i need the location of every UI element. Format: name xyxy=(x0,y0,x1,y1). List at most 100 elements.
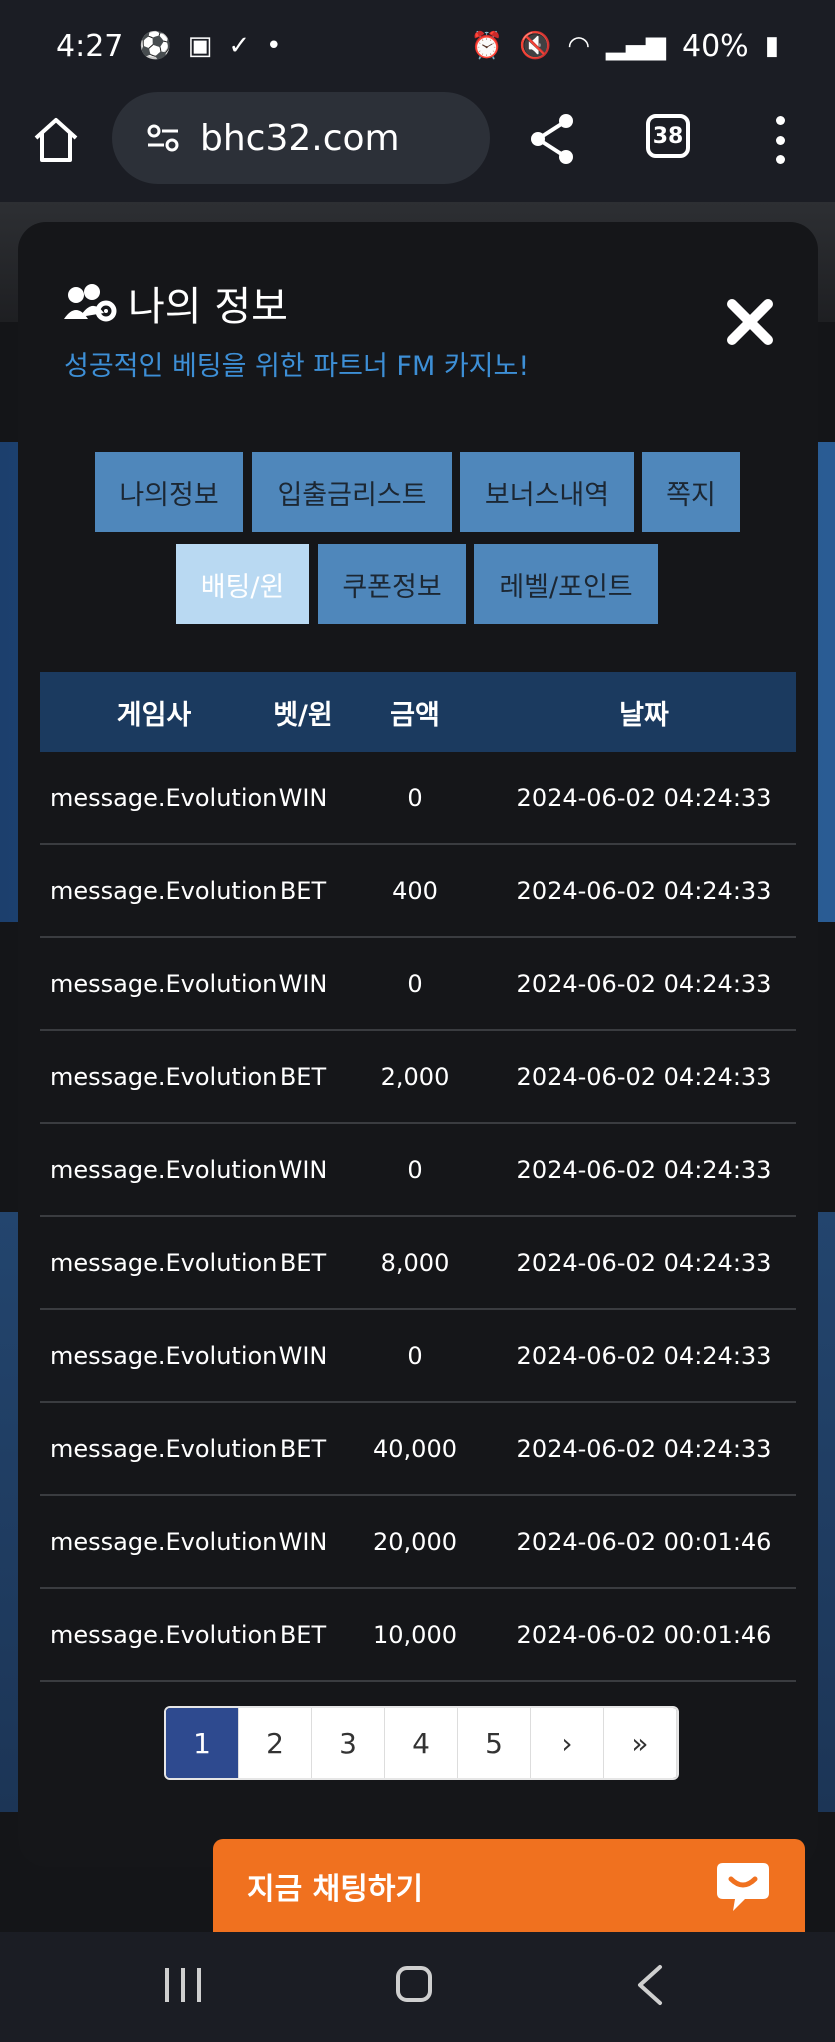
cell-date: 2024-06-02 04:24:33 xyxy=(516,1341,772,1370)
cell-provider: message.Evolution xyxy=(50,1248,278,1277)
cell-amount: 400 xyxy=(392,876,438,905)
tab-coupon-info[interactable]: 쿠폰정보 xyxy=(318,544,466,624)
battery-level: 40% xyxy=(682,28,749,64)
cell-bet-win: BET xyxy=(279,1620,327,1649)
tab-switcher-button[interactable]: 38 xyxy=(646,114,690,158)
cell-amount: 2,000 xyxy=(380,1062,450,1091)
chat-label: 지금 채팅하기 xyxy=(247,1872,424,1907)
cell-amount: 0 xyxy=(407,1155,423,1184)
cell-date: 2024-06-02 04:24:33 xyxy=(516,969,772,998)
tab-my-info[interactable]: 나의정보 xyxy=(95,452,243,532)
cell-amount: 8,000 xyxy=(380,1248,450,1277)
cell-amount: 10,000 xyxy=(373,1620,457,1649)
page-button-4[interactable]: 4 xyxy=(385,1708,458,1778)
cell-date: 2024-06-02 00:01:46 xyxy=(516,1527,772,1556)
table-row: message.Evolution BET 400 2024-06-02 04:24:… xyxy=(40,845,796,938)
cell-provider: message.Evolution xyxy=(50,1341,278,1370)
cell-amount: 0 xyxy=(407,969,423,998)
cell-date: 2024-06-02 04:24:33 xyxy=(516,1434,772,1463)
next-page-button[interactable]: › xyxy=(531,1708,604,1778)
alarm-icon: ⏰ xyxy=(470,31,503,61)
browser-toolbar: bhc32.com 38 xyxy=(0,92,835,202)
cell-date: 2024-06-02 04:24:33 xyxy=(516,1248,772,1277)
my-info-modal: 나의 정보 성공적인 베팅을 위한 파트너 FM 카지노! 나의정보 입출금리스… xyxy=(18,222,818,1867)
tab-betting-win[interactable]: 배팅/윈 xyxy=(176,544,309,624)
tab-messages[interactable]: 쪽지 xyxy=(642,452,740,532)
header-bet-win: 벳/윈 xyxy=(273,699,333,731)
cell-bet-win: BET xyxy=(279,1248,327,1277)
cell-bet-win: BET xyxy=(279,1434,327,1463)
table-row: message.Evolution WIN 0 2024-06-02 04:24:33 xyxy=(40,938,796,1031)
close-icon[interactable] xyxy=(724,296,776,348)
table-header: 게임사 벳/윈 금액 날짜 xyxy=(40,672,796,752)
gallery-icon: ▣ xyxy=(187,31,213,61)
cell-date: 2024-06-02 04:24:33 xyxy=(516,876,772,905)
modal-title-text: 나의 정보 xyxy=(128,284,288,330)
cell-provider: message.Evolution xyxy=(50,783,278,812)
share-icon[interactable] xyxy=(528,112,578,166)
page-button-1[interactable]: 1 xyxy=(166,1708,239,1778)
cell-bet-win: BET xyxy=(279,1062,327,1091)
page-button-5[interactable]: 5 xyxy=(458,1708,531,1778)
cell-provider: message.Evolution xyxy=(50,1527,278,1556)
cell-date: 2024-06-02 04:24:33 xyxy=(516,1155,772,1184)
dot-icon: • xyxy=(266,31,282,61)
users-settings-icon xyxy=(64,284,117,322)
cell-date: 2024-06-02 04:24:33 xyxy=(516,783,772,812)
tab-level-points[interactable]: 레벨/포인트 xyxy=(474,544,658,624)
table-row: message.Evolution BET 2,000 2024-06-02 04:2… xyxy=(40,1031,796,1124)
url-bar[interactable]: bhc32.com xyxy=(112,92,490,184)
cell-provider: message.Evolution xyxy=(50,1062,278,1091)
status-bar: 4:27 ⚽ ▣ ✓ • ⏰ 🔇 ◠ ▂▄▆ 40% ▮ xyxy=(0,0,835,92)
header-date: 날짜 xyxy=(619,699,669,731)
chat-bubble-icon xyxy=(717,1863,769,1911)
soccer-icon: ⚽ xyxy=(139,31,172,61)
tab-count: 38 xyxy=(652,123,684,149)
recent-apps-icon[interactable] xyxy=(165,1968,201,2002)
table-body: message.Evolution WIN 0 2024-06-02 04:24:33… xyxy=(40,752,796,1682)
cell-amount: 0 xyxy=(407,1341,423,1370)
table-row: message.Evolution WIN 0 2024-06-02 04:24:33 xyxy=(40,752,796,845)
cell-bet-win: WIN xyxy=(278,969,328,998)
system-nav-bar xyxy=(0,1932,835,2042)
cell-provider: message.Evolution xyxy=(50,969,278,998)
table-row: message.Evolution WIN 0 2024-06-02 04:24:33 xyxy=(40,1124,796,1217)
cell-bet-win: BET xyxy=(279,876,327,905)
home-button-icon[interactable] xyxy=(396,1966,432,2002)
tab-deposit-withdraw[interactable]: 입출금리스트 xyxy=(252,452,452,532)
header-amount: 금액 xyxy=(390,699,440,731)
cell-provider: message.Evolution xyxy=(50,1620,278,1649)
chat-now-button[interactable]: 지금 채팅하기 xyxy=(213,1839,805,1933)
cell-bet-win: WIN xyxy=(278,783,328,812)
clock: 4:27 xyxy=(56,28,124,64)
cell-provider: message.Evolution xyxy=(50,1155,278,1184)
cell-amount: 0 xyxy=(407,783,423,812)
back-icon[interactable] xyxy=(632,1964,668,2006)
table-row: message.Evolution BET 40,000 2024-06-02 04:… xyxy=(40,1403,796,1496)
cell-bet-win: WIN xyxy=(278,1341,328,1370)
betting-table: 게임사 벳/윈 금액 날짜 message.Evolution WIN 0 2024-… xyxy=(40,672,796,1682)
cell-provider: message.Evolution xyxy=(50,876,278,905)
more-menu-icon[interactable] xyxy=(774,116,786,164)
signal-icon: ▂▄▆ xyxy=(606,31,666,61)
wifi-icon: ◠ xyxy=(567,31,590,61)
modal-title: 나의 정보 xyxy=(62,274,288,332)
mute-icon: 🔇 xyxy=(518,31,552,61)
table-row: message.Evolution BET 10,000 2024-06-02 00:… xyxy=(40,1589,796,1682)
tab-bonus-history[interactable]: 보너스내역 xyxy=(460,452,634,532)
table-row: message.Evolution WIN 0 2024-06-02 04:24:33 xyxy=(40,1310,796,1403)
page-button-3[interactable]: 3 xyxy=(312,1708,385,1778)
cell-amount: 40,000 xyxy=(373,1434,457,1463)
url-text: bhc32.com xyxy=(200,117,400,159)
page-button-2[interactable]: 2 xyxy=(239,1708,312,1778)
cell-date: 2024-06-02 00:01:46 xyxy=(516,1620,772,1649)
check-icon: ✓ xyxy=(228,31,251,61)
home-icon[interactable] xyxy=(30,114,82,166)
cell-amount: 20,000 xyxy=(373,1527,457,1556)
table-row: message.Evolution BET 8,000 2024-06-02 04:2… xyxy=(40,1217,796,1310)
site-settings-icon[interactable] xyxy=(146,123,180,153)
last-page-button[interactable]: » xyxy=(604,1708,677,1778)
cell-bet-win: WIN xyxy=(278,1527,328,1556)
modal-subtitle: 성공적인 베팅을 위한 파트너 FM 카지노! xyxy=(64,351,530,382)
cell-bet-win: WIN xyxy=(278,1155,328,1184)
